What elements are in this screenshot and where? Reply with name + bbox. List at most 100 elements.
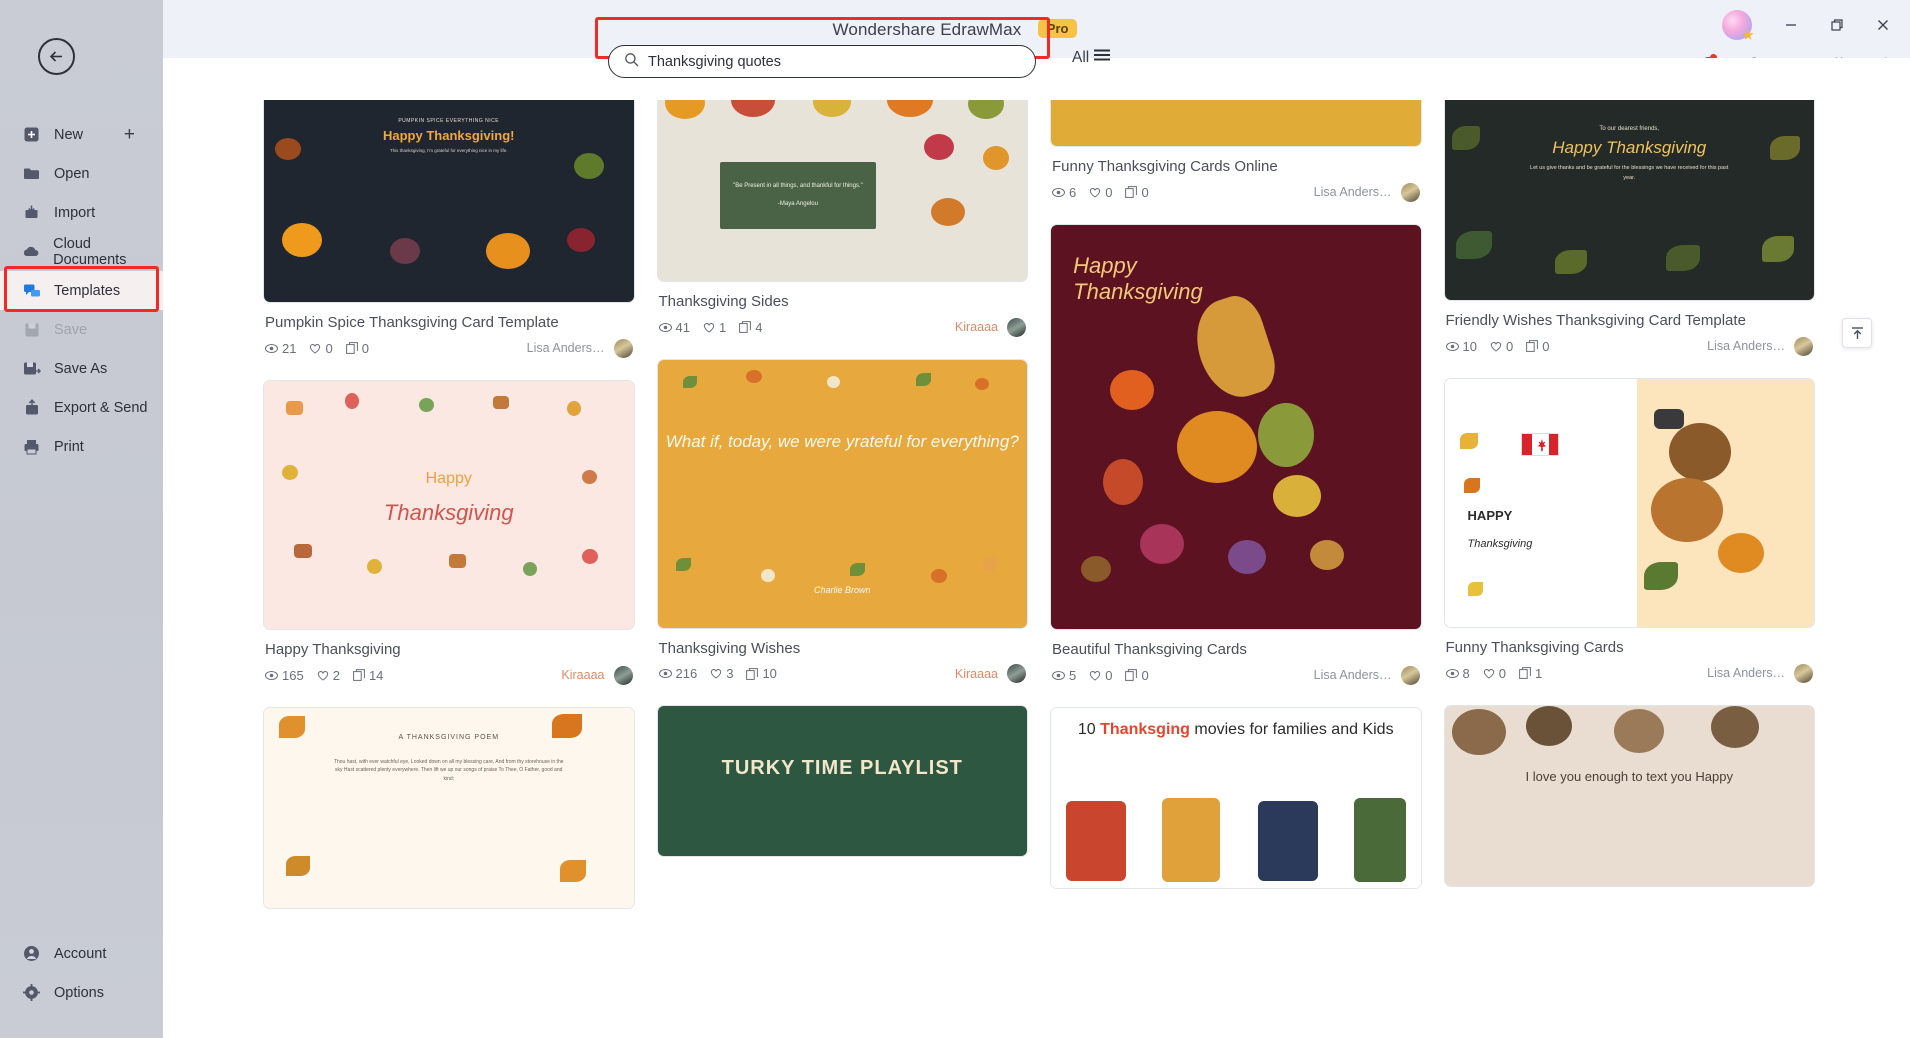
thumbnail-art-poem: A THANKSGIVING POEM Thou hast, with ever…: [264, 707, 634, 908]
sidebar-item-label: Open: [54, 165, 90, 182]
thumbnail-art-gourd: "Be Present in all things, and thankful …: [657, 100, 1027, 281]
search-icon: [624, 52, 639, 72]
card-stats: 41 1 4: [658, 320, 762, 335]
card-thumbnail[interactable]: 10 Thanksging movies for families and Ki…: [1050, 706, 1422, 889]
card-stats: 216 3 10: [658, 666, 777, 681]
template-card[interactable]: PUMPKIN SPICE EVERYTHING NICE Happy Than…: [263, 100, 635, 362]
window-controls: [1722, 10, 1896, 40]
sidebar-item-import[interactable]: Import: [0, 193, 163, 232]
folder-icon: [22, 164, 41, 183]
user-avatar[interactable]: [1722, 10, 1752, 40]
back-button[interactable]: [38, 38, 75, 75]
sidebar-item-save: Save: [0, 310, 163, 349]
card-author[interactable]: Kiraaaa: [955, 664, 1026, 684]
card-thumbnail[interactable]: To our dearest friends, Happy Thanksgivi…: [1443, 100, 1815, 301]
thumbnail-art-cornucopia: Happy Thanksgiving: [1051, 224, 1421, 629]
card-author[interactable]: Lisa Anders…: [1707, 336, 1813, 356]
sidebar-item-templates[interactable]: Templates: [0, 271, 163, 310]
views-stat: 6: [1052, 185, 1076, 200]
likes-count: 0: [325, 340, 333, 356]
template-card[interactable]: To our dearest friends, Happy Thanksgivi…: [1443, 100, 1815, 360]
likes-stat: 0: [1089, 185, 1112, 200]
template-card[interactable]: Happy Thanksgiving Beautiful Thanksgivin…: [1050, 223, 1422, 689]
copies-stat: 0: [345, 341, 369, 356]
card-thumbnail[interactable]: Happy Thanksgiving: [263, 379, 635, 630]
thumbnail-text: Thou hast, with ever watchful eye, Looke…: [333, 758, 564, 783]
copies-count: 0: [1141, 667, 1149, 683]
sidebar-item-print[interactable]: Print: [0, 427, 163, 466]
thumbnail-text: I love you enough to text you Happy: [1525, 768, 1733, 784]
sidebar-item-cloud-documents[interactable]: Cloud Documents: [0, 232, 163, 271]
likes-stat: 0: [309, 340, 333, 356]
avatar: [1794, 336, 1813, 356]
scroll-to-top-button[interactable]: [1842, 318, 1872, 348]
template-card[interactable]: What if, today, we were yrateful for eve…: [656, 358, 1028, 688]
thumbnail-art-grateful: What if, today, we were yrateful for eve…: [657, 359, 1027, 628]
sidebar-item-open[interactable]: Open: [0, 154, 163, 193]
card-author[interactable]: Lisa Anders…: [1707, 663, 1813, 683]
card-thumbnail[interactable]: A THANKSGIVING POEM Thou hast, with ever…: [263, 706, 635, 909]
edrawmax-window: Wondershare EdrawMax Pro New + Open Impo…: [0, 0, 1910, 1038]
card-thumbnail[interactable]: PUMPKIN SPICE EVERYTHING NICE Happy Than…: [263, 100, 635, 303]
add-new-button[interactable]: +: [124, 124, 135, 146]
card-meta: 165 2 14 Kiraaaa: [265, 665, 633, 685]
template-card[interactable]: Happy Thanksgiving Happy Thanksgiving 16…: [263, 379, 635, 689]
template-card[interactable]: "Be Present in all things, and thankful …: [656, 100, 1028, 341]
thumbnail-text: What if, today, we were yrateful for eve…: [665, 432, 1019, 452]
filter-all-button[interactable]: All: [1072, 48, 1111, 67]
card-author[interactable]: Kiraaaa: [561, 665, 633, 685]
minimize-button[interactable]: [1778, 12, 1804, 38]
thumbnail-text: PUMPKIN SPICE EVERYTHING NICE Happy Than…: [383, 118, 515, 154]
card-title: Beautiful Thanksgiving Cards: [1052, 640, 1247, 658]
sidebar-item-options[interactable]: Options: [0, 973, 163, 1012]
avatar: [1007, 664, 1026, 684]
thumbnail-text: Thanksgiving: [1467, 537, 1533, 550]
card-author[interactable]: Kiraaaa: [955, 317, 1026, 337]
card-thumbnail[interactable]: What if, today, we were yrateful for eve…: [656, 358, 1028, 629]
card-thumbnail[interactable]: I love you enough to text you Happy: [1443, 704, 1815, 887]
thumbnail-text: Thanksgiving: [383, 499, 514, 525]
card-thumbnail[interactable]: TURKY TIME PLAYLIST: [656, 705, 1028, 858]
sidebar-item-export-send[interactable]: Export & Send: [0, 388, 163, 427]
author-name: Lisa Anders…: [526, 341, 605, 356]
template-card[interactable]: Funny Thanksgiving Cards Online 6 0 0 Li…: [1050, 100, 1422, 206]
save-as-icon: [22, 359, 41, 378]
likes-stat: 0: [1483, 666, 1506, 681]
card-thumbnail[interactable]: Happy Thanksgiving: [1050, 223, 1422, 630]
likes-count: 0: [1105, 667, 1113, 683]
templates-grid[interactable]: 21 0 1 Lisa Anders…: [163, 100, 1910, 1038]
views-stat: 216: [658, 666, 697, 681]
template-card[interactable]: I love you enough to text you Happy: [1443, 704, 1815, 887]
restore-button[interactable]: [1824, 12, 1850, 38]
sidebar-item-new[interactable]: New +: [0, 115, 163, 154]
card-title: Funny Thanksgiving Cards Online: [1052, 158, 1278, 175]
cloud-icon: [22, 242, 40, 261]
views-count: 6: [1069, 184, 1077, 200]
card-stats: 8 0 1: [1445, 665, 1543, 681]
card-thumbnail[interactable]: "Be Present in all things, and thankful …: [656, 100, 1028, 282]
sidebar-item-label: Templates: [54, 282, 121, 299]
thumbnail-art-pinecone: I love you enough to text you Happy: [1444, 705, 1814, 886]
card-meta: 216 3 10 Kiraaaa: [658, 664, 1026, 684]
templates-icon: [22, 281, 41, 300]
card-thumbnail[interactable]: HAPPY Thanksgiving: [1443, 377, 1815, 628]
copies-count: 1: [1534, 665, 1543, 681]
template-card[interactable]: 10 Thanksging movies for families and Ki…: [1050, 706, 1422, 889]
template-card[interactable]: A THANKSGIVING POEM Thou hast, with ever…: [263, 706, 635, 909]
sidebar-item-account[interactable]: Account: [0, 934, 163, 973]
card-author[interactable]: Lisa Anders…: [1314, 182, 1420, 202]
search-bar[interactable]: [608, 45, 1036, 78]
search-input[interactable]: [648, 53, 1020, 70]
close-button[interactable]: [1870, 12, 1896, 38]
sidebar-nav: New + Open Import Cloud Documents Templa…: [0, 115, 163, 466]
template-card[interactable]: TURKY TIME PLAYLIST: [656, 705, 1028, 858]
thumbnail-text: Happy Thanksgiving: [1073, 253, 1203, 305]
card-stats: 6 0 0: [1052, 185, 1149, 200]
sidebar-item-save-as[interactable]: Save As: [0, 349, 163, 388]
card-author[interactable]: Lisa Anders…: [1314, 665, 1420, 685]
column-3: Funny Thanksgiving Cards Online 6 0 0 Li…: [1050, 100, 1422, 909]
thumbnail-art-canada-turkey: HAPPY Thanksgiving: [1444, 378, 1814, 627]
card-author[interactable]: Lisa Anders…: [526, 338, 633, 358]
card-thumbnail[interactable]: [1050, 100, 1422, 147]
template-card[interactable]: HAPPY Thanksgiving Funny Thanksgiving Ca…: [1443, 377, 1815, 687]
